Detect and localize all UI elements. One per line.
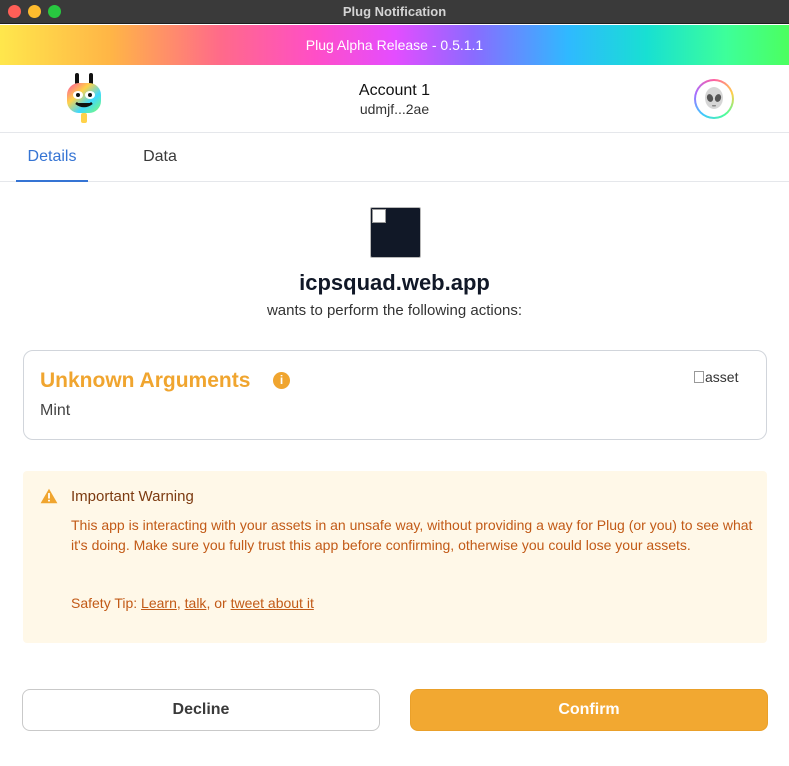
decline-button[interactable]: Decline — [22, 689, 380, 731]
safety-tip-separator: , or — [206, 595, 231, 611]
asset-image-alt: asset — [705, 369, 739, 385]
account-id: udmjf...2ae — [359, 101, 430, 117]
confirm-button[interactable]: Confirm — [410, 689, 768, 731]
safety-tip-label: Safety Tip: — [71, 595, 142, 611]
broken-image-icon — [372, 209, 386, 223]
app-name: icpsquad.web.app — [299, 270, 490, 295]
warning-body: This app is interacting with your assets… — [71, 517, 753, 553]
info-icon[interactable]: i — [273, 372, 290, 389]
asset-image: asset — [694, 369, 738, 385]
alien-avatar-icon[interactable] — [694, 79, 734, 119]
tab-details[interactable]: Details — [16, 134, 88, 182]
tab-bar: Details Data — [0, 134, 789, 182]
action-method: Mint — [40, 402, 71, 419]
important-warning-box: Important Warning This app is interactin… — [23, 471, 767, 643]
account-name: Account 1 — [358, 82, 431, 99]
learn-link[interactable]: Learn — [141, 595, 177, 611]
talk-link[interactable]: talk — [185, 595, 207, 611]
account-header: Account 1 udmjf...2ae — [0, 65, 789, 133]
window-title: Plug Notification — [342, 4, 447, 19]
safety-tip: Safety Tip: Learn, talk, or tweet about … — [71, 595, 314, 611]
release-banner-text: Plug Alpha Release - 0.5.1.1 — [305, 37, 484, 53]
app-icon — [370, 207, 421, 258]
tweet-link[interactable]: tweet about it — [231, 595, 314, 611]
safety-tip-separator: , — [176, 595, 185, 611]
action-title: Unknown Arguments — [40, 369, 251, 392]
window-title-bar: Plug Notification — [0, 0, 789, 24]
tab-data[interactable]: Data — [124, 134, 196, 182]
warning-icon — [40, 488, 58, 504]
warning-title: Important Warning — [71, 488, 194, 505]
account-info[interactable]: Account 1 udmjf...2ae — [0, 81, 789, 118]
release-banner: Plug Alpha Release - 0.5.1.1 — [0, 25, 789, 65]
broken-image-icon — [694, 371, 704, 383]
action-card: Unknown Arguments i Mint asset — [23, 350, 767, 440]
app-subtitle: wants to perform the following actions: — [266, 302, 523, 319]
